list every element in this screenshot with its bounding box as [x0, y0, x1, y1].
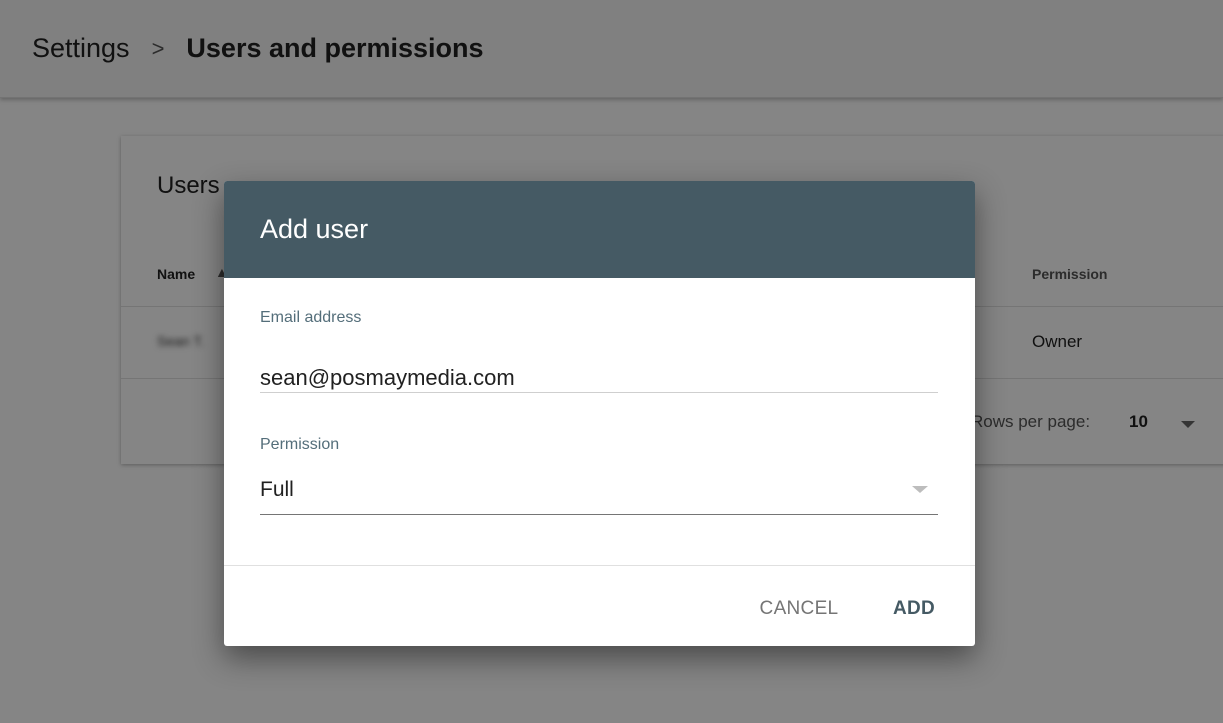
cancel-button[interactable]: CANCEL	[754, 591, 844, 627]
email-field[interactable]	[260, 361, 938, 395]
add-user-dialog: Add user Email address Permission Full C…	[224, 181, 975, 646]
dialog-divider	[224, 565, 975, 566]
permission-label: Permission	[260, 436, 340, 453]
permission-select[interactable]: Full	[260, 474, 938, 518]
caret-down-icon[interactable]	[912, 486, 928, 493]
dialog-title: Add user	[224, 181, 975, 278]
permission-value: Full	[260, 478, 294, 501]
email-underline	[260, 392, 938, 393]
email-label: Email address	[260, 309, 362, 326]
add-button[interactable]: ADD	[884, 591, 944, 627]
permission-underline	[260, 514, 938, 515]
